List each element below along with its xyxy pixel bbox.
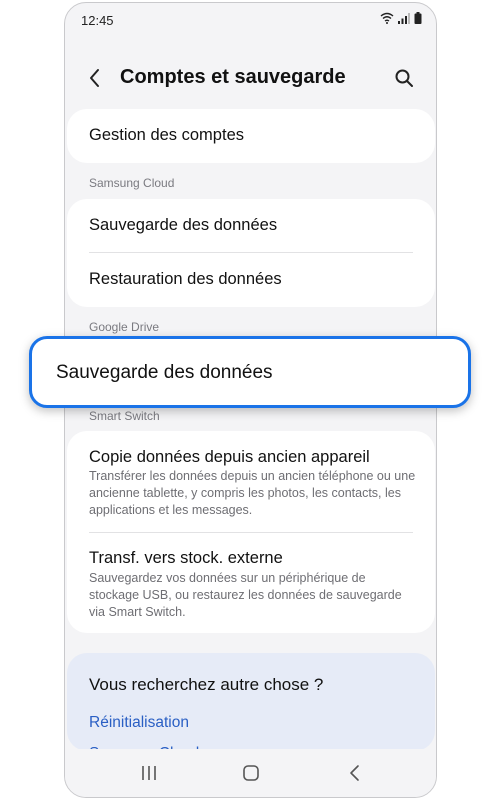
app-header: Comptes et sauvegarde: [65, 55, 436, 101]
manage-accounts-item[interactable]: Gestion des comptes: [89, 126, 244, 145]
samsung-cloud-restore-item[interactable]: Restauration des données: [89, 270, 282, 289]
battery-icon: [414, 12, 422, 24]
samsung-cloud-backup-item[interactable]: Sauvegarde des données: [89, 216, 277, 235]
list-item-title: Copie données depuis ancien appareil: [89, 448, 370, 466]
list-item-description: Sauvegardez vos données sur un périphéri…: [89, 571, 402, 619]
wifi-icon: [380, 12, 394, 24]
help-card: Vous recherchez autre chose ? Réinitiali…: [67, 653, 435, 762]
home-button[interactable]: [241, 763, 261, 783]
page-title: Comptes et sauvegarde: [120, 66, 346, 88]
recent-apps-button[interactable]: [139, 763, 159, 783]
nav-back-button[interactable]: [345, 763, 365, 783]
divider: [89, 252, 413, 253]
divider: [89, 532, 413, 533]
list-item-description: Transférer les données depuis un ancien …: [89, 469, 416, 517]
help-title: Vous recherchez autre chose ?: [89, 675, 324, 694]
google-drive-backup-item[interactable]: Sauvegarde des données: [29, 336, 471, 408]
help-link-reset[interactable]: Réinitialisation: [89, 714, 189, 732]
status-bar: 12:45: [65, 3, 436, 39]
section-label-samsung-cloud: Samsung Cloud: [89, 176, 175, 190]
samsung-cloud-card: Sauvegarde des données Restauration des …: [67, 199, 435, 307]
accounts-card: Gestion des comptes: [67, 109, 435, 163]
recent-apps-icon: [142, 766, 156, 780]
list-item-title: Transf. vers stock. externe: [89, 549, 283, 567]
search-button[interactable]: [392, 66, 416, 90]
google-drive-backup-label: Sauvegarde des données: [56, 362, 273, 383]
back-icon: [350, 765, 359, 781]
signal-icon: [398, 12, 410, 24]
chevron-left-icon: [90, 69, 99, 87]
section-label-smart-switch: Smart Switch: [89, 409, 160, 423]
home-icon: [243, 765, 259, 781]
status-time: 12:45: [81, 13, 114, 28]
status-icons: [380, 12, 422, 24]
search-icon: [395, 69, 413, 87]
navigation-bar: [65, 749, 436, 797]
smart-switch-card: Copie données depuis ancien appareil Tra…: [67, 431, 435, 633]
section-label-google-drive: Google Drive: [89, 320, 160, 334]
back-button[interactable]: [83, 66, 107, 90]
